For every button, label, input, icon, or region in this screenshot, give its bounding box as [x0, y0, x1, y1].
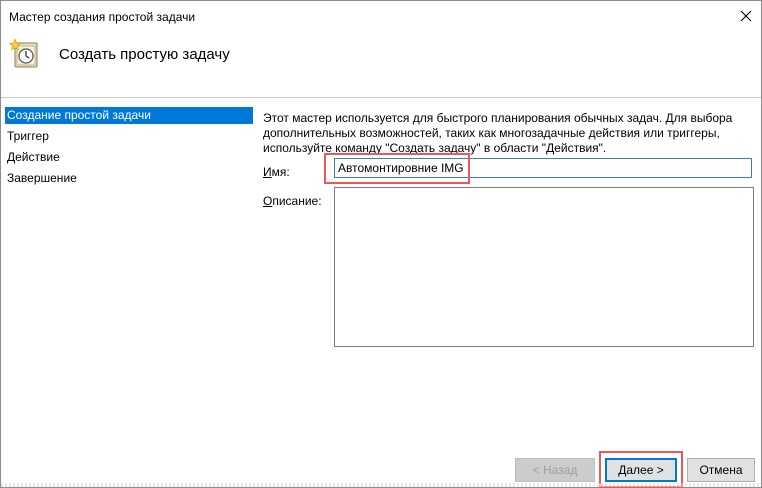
bottom-edge-strip: [1, 483, 761, 487]
close-button[interactable]: [731, 1, 761, 31]
back-button[interactable]: < Назад: [515, 458, 595, 482]
page-title: Создать простую задачу: [59, 46, 230, 63]
step-create-task[interactable]: Создание простой задачи: [5, 107, 253, 124]
step-finish[interactable]: Завершение: [5, 170, 253, 187]
close-icon: [740, 10, 752, 22]
task-clock-icon: [9, 38, 38, 68]
name-label: Имя:: [263, 165, 290, 179]
task-description-input[interactable]: [334, 187, 754, 347]
window-title: Мастер создания простой задачи: [9, 10, 196, 24]
description-label: Описание:: [263, 194, 322, 208]
header-divider: [1, 97, 761, 98]
wizard-window: Мастер создания простой задачи Создать п…: [0, 0, 762, 488]
wizard-header: Создать простую задачу: [1, 31, 761, 95]
step-trigger[interactable]: Триггер: [5, 128, 253, 145]
task-name-input[interactable]: [334, 158, 752, 178]
cancel-button[interactable]: Отмена: [687, 458, 755, 482]
next-button[interactable]: Далее >: [605, 458, 677, 482]
step-action[interactable]: Действие: [5, 149, 253, 166]
wizard-steps: Создание простой задачи Триггер Действие…: [1, 105, 253, 405]
title-bar: Мастер создания простой задачи: [1, 1, 761, 31]
wizard-description: Этот мастер используется для быстрого пл…: [263, 111, 733, 155]
